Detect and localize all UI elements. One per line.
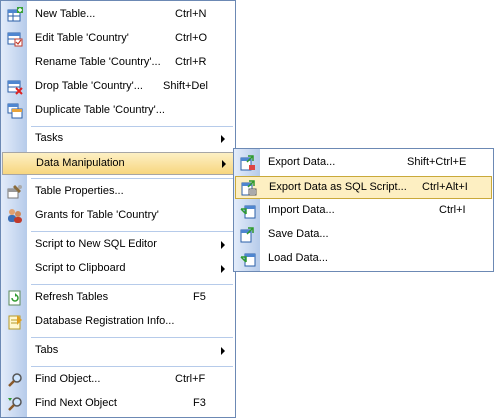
- shortcut-label: Ctrl+R: [175, 56, 207, 68]
- submenu-item-save-data[interactable]: Save Data...: [235, 224, 492, 246]
- menu-item-label: Script to New SQL Editor: [35, 238, 157, 250]
- menu-item-label: Rename Table 'Country'...: [35, 56, 161, 68]
- shortcut-label: Shift+Del: [163, 80, 208, 92]
- import-data-icon: [240, 205, 256, 219]
- drop-table-icon: [7, 80, 23, 95]
- menu-item-label: Tasks: [35, 132, 64, 144]
- submenu-arrow-icon: [221, 135, 225, 143]
- menu-separator: [31, 366, 233, 367]
- submenu-arrow-icon: [221, 265, 225, 273]
- menu-item-label: Export Data as SQL Script...: [269, 181, 407, 193]
- menu-separator: [31, 284, 233, 285]
- menu-item-label: Save Data...: [268, 228, 329, 240]
- submenu-arrow-icon: [221, 241, 225, 249]
- menu-item-label: Edit Table 'Country': [35, 32, 129, 44]
- menu-item-label: New Table...: [35, 8, 96, 20]
- menu-item-edit-table[interactable]: Edit Table 'Country' Ctrl+O: [2, 28, 234, 50]
- menu-item-script-to-sql-editor[interactable]: Script to New SQL Editor: [2, 234, 234, 256]
- menu-separator: [31, 126, 233, 127]
- data-manipulation-submenu: Export Data... Shift+Ctrl+E Export Data …: [233, 148, 494, 272]
- load-data-icon: [240, 253, 256, 267]
- menu-item-tabs[interactable]: Tabs: [2, 340, 234, 362]
- submenu-item-load-data[interactable]: Load Data...: [235, 248, 492, 270]
- menu-item-drop-table[interactable]: Drop Table 'Country'... Shift+Del: [2, 76, 234, 98]
- submenu-item-export-sql-script[interactable]: Export Data as SQL Script... Ctrl+Alt+I: [235, 176, 492, 199]
- menu-item-rename-table[interactable]: Rename Table 'Country'... Ctrl+R: [2, 52, 234, 74]
- table-properties-icon: [7, 185, 22, 199]
- menu-item-label: Load Data...: [268, 252, 328, 264]
- menu-item-duplicate-table[interactable]: Duplicate Table 'Country'...: [2, 100, 234, 122]
- find-icon: [8, 373, 22, 387]
- submenu-item-export-data[interactable]: Export Data... Shift+Ctrl+E: [235, 152, 492, 174]
- registration-info-icon: [8, 315, 22, 330]
- shortcut-label: Shift+Ctrl+E: [407, 156, 467, 168]
- menu-item-label: Find Next Object: [35, 397, 117, 409]
- submenu-item-import-data[interactable]: Import Data... Ctrl+I: [235, 200, 492, 222]
- menu-item-label: Find Object...: [35, 373, 101, 385]
- grants-icon: [8, 209, 22, 223]
- menu-item-label: Database Registration Info...: [35, 315, 175, 327]
- submenu-arrow-icon: [222, 160, 226, 168]
- menu-item-label: Drop Table 'Country'...: [35, 80, 143, 92]
- menu-item-script-to-clipboard[interactable]: Script to Clipboard: [2, 258, 234, 280]
- menu-item-label: Grants for Table 'Country': [35, 209, 159, 221]
- menu-item-table-properties[interactable]: Table Properties...: [2, 181, 234, 203]
- refresh-icon: [8, 290, 21, 306]
- shortcut-label: F3: [193, 397, 206, 409]
- menu-separator: [31, 337, 233, 338]
- export-data-icon: [240, 155, 255, 171]
- menu-item-label: Tabs: [35, 344, 59, 356]
- shortcut-label: Ctrl+Alt+I: [422, 181, 468, 193]
- menu-item-label: Refresh Tables: [35, 291, 109, 303]
- menu-separator: [31, 178, 233, 179]
- menu-item-new-table[interactable]: New Table... Ctrl+N: [2, 4, 234, 26]
- duplicate-table-icon: [7, 103, 23, 119]
- submenu-arrow-icon: [221, 347, 225, 355]
- menu-separator: [31, 231, 233, 232]
- menu-item-grants[interactable]: Grants for Table 'Country': [2, 205, 234, 227]
- menu-item-data-manipulation[interactable]: Data Manipulation: [2, 152, 234, 175]
- context-menu: New Table... Ctrl+N Edit Table 'Country'…: [0, 0, 236, 418]
- export-sql-icon: [241, 180, 257, 196]
- save-data-icon: [240, 227, 254, 243]
- menu-item-label: Duplicate Table 'Country'...: [35, 104, 165, 116]
- shortcut-label: Ctrl+I: [439, 204, 466, 216]
- menu-item-database-registration-info[interactable]: Database Registration Info...: [2, 311, 234, 333]
- shortcut-label: F5: [193, 291, 206, 303]
- find-next-icon: [8, 397, 22, 411]
- menu-item-label: Table Properties...: [35, 185, 124, 197]
- menu-item-find-object[interactable]: Find Object... Ctrl+F: [2, 369, 234, 391]
- menu-item-label: Export Data...: [268, 156, 336, 168]
- menu-item-find-next-object[interactable]: Find Next Object F3: [2, 393, 234, 415]
- new-table-icon: [7, 7, 23, 22]
- menu-item-label: Data Manipulation: [36, 157, 125, 169]
- menu-item-label: Import Data...: [268, 204, 335, 216]
- menu-item-label: Script to Clipboard: [35, 262, 126, 274]
- edit-table-icon: [7, 32, 23, 47]
- shortcut-label: Ctrl+O: [175, 32, 208, 44]
- shortcut-label: Ctrl+N: [175, 8, 207, 20]
- shortcut-label: Ctrl+F: [175, 373, 206, 385]
- menu-item-tasks[interactable]: Tasks: [2, 128, 234, 150]
- menu-item-refresh-tables[interactable]: Refresh Tables F5: [2, 287, 234, 309]
